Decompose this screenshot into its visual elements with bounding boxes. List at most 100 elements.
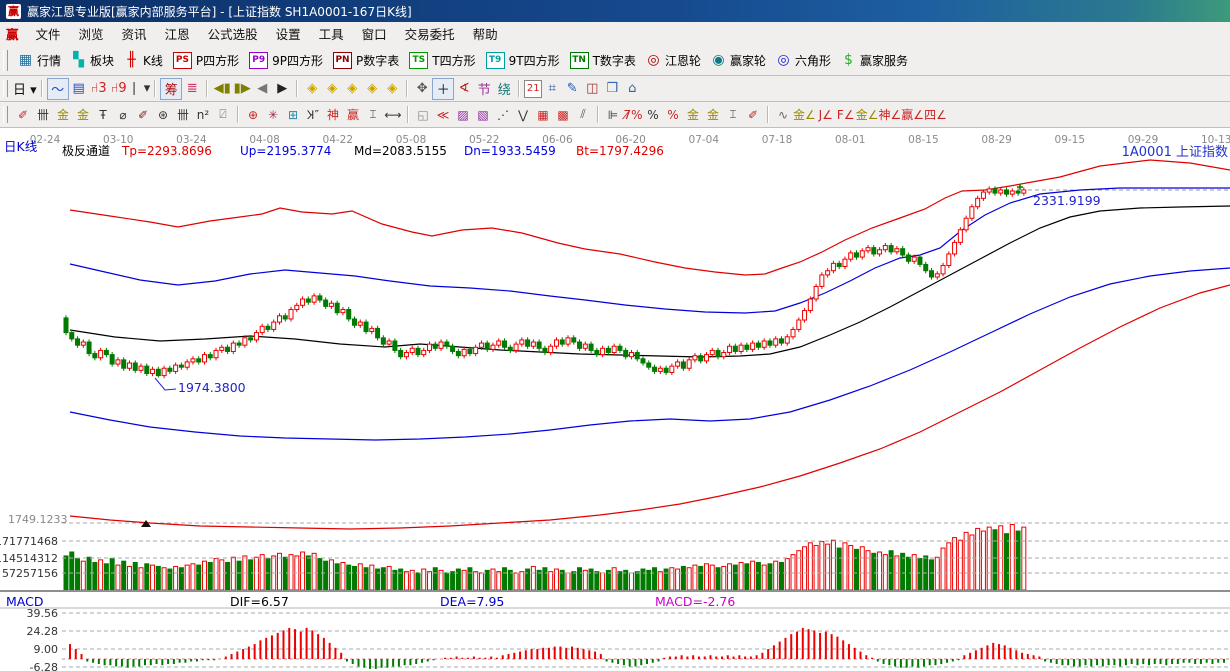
pct-bar-tool[interactable]: ⊫ [603,105,623,125]
grid-tool[interactable]: 卌 [33,105,53,125]
gold-circle-tool[interactable]: 金 [683,105,703,125]
square-web-tool[interactable]: ⊞ [283,105,303,125]
nav-first-button[interactable]: ◀▮ [212,79,232,99]
gann-wheel-button[interactable]: ◎江恩轮 [641,50,706,71]
gold-angle2-tool[interactable]: 金∠ [856,105,879,125]
winner-wheel-button[interactable]: ◉赢家轮 [706,50,771,71]
spiral-tool[interactable]: ⌀ [113,105,133,125]
t-digit-table-button[interactable]: TNT数字表 [565,50,641,71]
fan-lines-tool[interactable]: ≪ [433,105,453,125]
k-mark-tool[interactable]: Ʞ″ [303,105,323,125]
fan-box-tool[interactable]: ▨ [453,105,473,125]
pct-line-tool[interactable]: % [663,105,683,125]
gold-angle-tool[interactable]: 金∠ [793,105,816,125]
info-doc-button[interactable]: ▤ [69,79,89,99]
quotes-button[interactable]: ▦行情 [13,50,66,71]
n-square-tool[interactable]: n² [193,105,213,125]
9p-square-button[interactable]: P99P四方形 [244,50,328,71]
menu-item-资讯[interactable]: 资讯 [113,22,156,45]
toolbar-grip[interactable] [3,50,8,71]
gold-line-tool[interactable]: 金 [703,105,723,125]
windows-button[interactable]: ❒ [602,79,622,99]
diamond-left-button[interactable]: ◈ [302,79,322,99]
sectors-button[interactable]: ▚板块 [66,50,119,71]
toolbar-grip[interactable] [3,106,8,124]
wave2-tool[interactable]: ∿ [773,105,793,125]
four-angle-tool[interactable]: 四∠ [924,105,947,125]
overlay-3-button[interactable]: ⑁3 [89,79,109,99]
notepad-button[interactable]: ✎ [562,79,582,99]
pct-strike-tool[interactable]: 7̸% [623,105,643,125]
pct-tool[interactable]: % [643,105,663,125]
menu-item-江恩[interactable]: 江恩 [156,22,199,45]
9t-square-button[interactable]: T99T四方形 [481,50,565,71]
diamond-reset-button[interactable]: ◈ [382,79,402,99]
diamond-compress-button[interactable]: ◈ [362,79,382,99]
box-tool[interactable]: ◱ [413,105,433,125]
red-grid-tool[interactable]: ▦ [533,105,553,125]
crosshair-tool-button[interactable]: ＋ [432,78,454,100]
diamond-right-button[interactable]: ◈ [322,79,342,99]
v-lines-tool[interactable]: ⋁ [513,105,533,125]
win-angle-tool[interactable]: 赢∠ [901,105,924,125]
fan-box2-tool[interactable]: ▧ [473,105,493,125]
winner-service-button[interactable]: $赢家服务 [836,50,913,71]
parallel-tool[interactable]: ⫽ [573,105,593,125]
save-button[interactable]: ◫ [582,79,602,99]
menu-item-文件[interactable]: 文件 [27,22,70,45]
calculator-button[interactable]: ⌗ [542,79,562,99]
gold-grid2-tool[interactable]: 金 [73,105,93,125]
pencil2-tool[interactable]: ✐ [743,105,763,125]
gann-tool-button[interactable]: 节 [474,79,494,99]
menu-item-帮助[interactable]: 帮助 [464,22,507,45]
red-target-tool[interactable]: ⊕ [243,105,263,125]
toolbar-grip[interactable] [3,80,8,98]
single-candle-dropdown[interactable]: ❘ ▾ [129,79,151,99]
f-grid-tool[interactable]: Ŧ [93,105,113,125]
red-grid2-tool[interactable]: ▩ [553,105,573,125]
angle-measure-button[interactable]: ∢ [454,79,474,99]
diamond-expand-button[interactable]: ◈ [342,79,362,99]
menu-item-浏览[interactable]: 浏览 [70,22,113,45]
hand-tool-button[interactable]: ✥ [412,79,432,99]
p-digit-table-button[interactable]: PNP数字表 [328,50,404,71]
gold-grid-tool[interactable]: 金 [53,105,73,125]
t-square-button[interactable]: TST四方形 [404,50,480,71]
nav-next-button[interactable]: ▶ [272,79,292,99]
brush-tool[interactable]: ✐ [133,105,153,125]
hash-grid-tool[interactable]: 卌 [173,105,193,125]
angle-ruler-tool[interactable]: ⍁ [213,105,233,125]
circle-grid-tool[interactable]: ⊛ [153,105,173,125]
menu-item-窗口[interactable]: 窗口 [353,22,396,45]
remote-pc-button[interactable]: ⌂ [622,79,642,99]
v-ruler-tool[interactable]: ⌶ [363,105,383,125]
chips-distribution-button[interactable]: ≣ [182,79,202,99]
nav-last-button[interactable]: ▮▶ [232,79,252,99]
chips-button[interactable]: 筹 [160,78,182,100]
pencil-tool[interactable]: ✐ [13,105,33,125]
p-square-button[interactable]: PSP四方形 [168,50,244,71]
wave-tool-button[interactable]: 绕 [494,79,514,99]
shen-angle-tool[interactable]: 神∠ [879,105,902,125]
menu-item-公式选股[interactable]: 公式选股 [199,22,267,45]
menu-item-交易委托[interactable]: 交易委托 [396,22,464,45]
win-grid-tool[interactable]: 赢 [343,105,363,125]
calendar-button[interactable]: 21 [524,80,542,98]
kline-button[interactable]: ╫K线 [119,50,168,71]
ruler2-tool[interactable]: ⌶ [723,105,743,125]
chart-canvas[interactable]: 02-2403-1003-2404-0804-2205-0805-2206-06… [0,128,1230,671]
shen-grid-tool[interactable]: 神 [323,105,343,125]
f-angle-tool[interactable]: F∠ [836,105,856,125]
menu-item-工具[interactable]: 工具 [310,22,353,45]
span-tool[interactable]: ⟷ [383,105,403,125]
period-day-dropdown[interactable]: 日 ▾ [13,79,37,99]
hexagon-button[interactable]: ◎六角形 [771,50,836,71]
menu-item-设置[interactable]: 设置 [267,22,310,45]
nav-prev-button[interactable]: ◀ [252,79,272,99]
j-angle-tool[interactable]: J∠ [816,105,836,125]
trend-lines-tool[interactable]: ⋰ [493,105,513,125]
star-web-tool[interactable]: ✳ [263,105,283,125]
line-chart-button[interactable]: 〜 [47,78,69,100]
title-bar[interactable]: 赢 赢家江恩专业版[赢家内部服务平台] - [上证指数 SH1A0001-167… [0,0,1230,22]
overlay-9-button[interactable]: ⑁9 [109,79,129,99]
